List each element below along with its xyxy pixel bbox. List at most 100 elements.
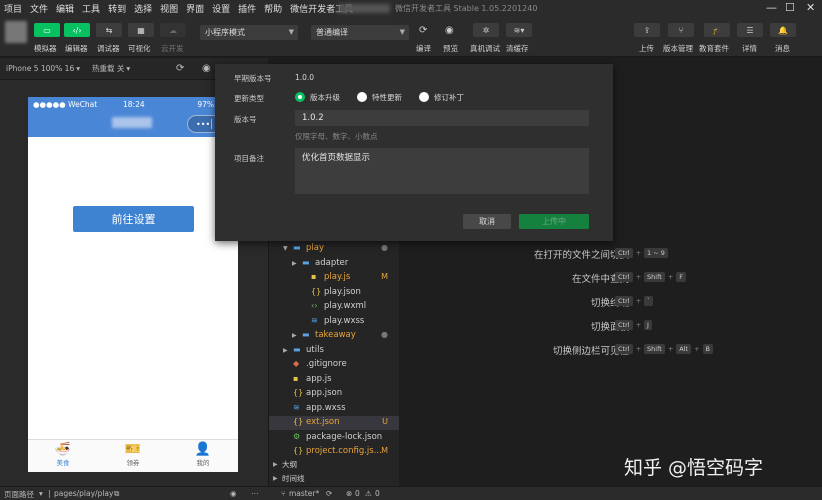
- file-tree-row[interactable]: {} app.json: [269, 387, 400, 401]
- maximize-icon[interactable]: ☐: [785, 1, 795, 14]
- cloud-button[interactable]: ☁: [160, 23, 186, 37]
- cancel-button[interactable]: 取消: [463, 214, 511, 229]
- chevron-down-icon: ▼: [288, 28, 294, 36]
- menu-item[interactable]: 文件: [26, 2, 52, 15]
- error-count[interactable]: 0: [355, 489, 360, 498]
- menu-item[interactable]: 转到: [104, 2, 130, 15]
- panel-outline[interactable]: ▶ 大纲: [269, 458, 400, 472]
- key-cap: B: [702, 344, 713, 354]
- file-name: play.json: [324, 286, 361, 297]
- json-file-icon: {}: [311, 286, 322, 296]
- key-cap: 1 ~ 9: [644, 248, 668, 258]
- file-tree-row[interactable]: {} project.config.js... M: [269, 445, 400, 459]
- compile-select[interactable]: 普通编译 ▼: [311, 25, 409, 40]
- more-icon[interactable]: ⋯: [251, 489, 259, 498]
- note-textarea[interactable]: 优化首页数据显示: [295, 148, 589, 194]
- messages-button[interactable]: 🔔: [770, 23, 796, 37]
- file-tree-row[interactable]: ‹› play.wxml: [269, 300, 400, 314]
- device-select[interactable]: iPhone 5 100% 16: [0, 64, 74, 73]
- git-branch[interactable]: master*: [289, 489, 319, 498]
- tab-coupon[interactable]: 🎫 领券: [98, 440, 168, 472]
- file-tree-row[interactable]: ▶ ▬ takeaway ●: [269, 329, 400, 343]
- radio-label: 版本升级: [310, 92, 340, 102]
- mode-select[interactable]: 小程序模式 ▼: [200, 25, 298, 40]
- radio-label: 修订补丁: [434, 92, 464, 102]
- chevron-right-icon[interactable]: ▶: [283, 347, 288, 354]
- file-name: play: [306, 243, 324, 253]
- file-tree: ▼ ▬ play ● ▶ ▬ adapter ▪ play.js M{} play.json ‹› pl…: [268, 240, 400, 486]
- panel-label: 大纲: [282, 460, 297, 469]
- menu-item[interactable]: 界面: [182, 2, 208, 15]
- debugger-label: 调试器: [97, 44, 120, 53]
- editor-button[interactable]: ‹/›: [64, 23, 90, 37]
- compile-select-value: 普通编译: [316, 28, 348, 37]
- file-tree-row[interactable]: ◆ .gitignore: [269, 358, 400, 372]
- simulator-button[interactable]: ▭: [34, 23, 60, 37]
- clear-cache-button[interactable]: ≋▾: [506, 23, 532, 37]
- menu-item[interactable]: 工具: [78, 2, 104, 15]
- folder-icon: ▬: [293, 344, 301, 354]
- preview-eye-icon[interactable]: ◉: [230, 489, 237, 498]
- chevron-right-icon[interactable]: ▶: [292, 260, 297, 267]
- radio-patch[interactable]: 修订补丁: [419, 91, 464, 103]
- clear-cache-label: 清缓存: [506, 44, 529, 53]
- remote-debug-label: 真机调试: [470, 44, 500, 53]
- radio-feature-update[interactable]: 特性更新: [357, 91, 402, 103]
- details-button[interactable]: ☰: [737, 23, 763, 37]
- chevron-right-icon: ▶: [273, 475, 278, 482]
- page-path-label[interactable]: 页面路径: [4, 489, 34, 500]
- tab-mine[interactable]: 👤 我的: [168, 440, 238, 472]
- compile-icon[interactable]: ⟳: [419, 25, 427, 36]
- file-tree-row[interactable]: ▼ ▬ play ●: [269, 242, 400, 256]
- copy-icon[interactable]: ⧉: [114, 489, 119, 499]
- avatar[interactable]: [5, 21, 27, 43]
- goto-settings-button[interactable]: 前往设置: [73, 206, 194, 232]
- key-cap: Ctrl: [615, 344, 633, 354]
- file-tree-row[interactable]: ≋ app.wxss: [269, 402, 400, 416]
- menu-item[interactable]: 选择: [130, 2, 156, 15]
- radio-selected: [295, 92, 305, 102]
- debugger-button[interactable]: ⇆: [96, 23, 122, 37]
- menu-item[interactable]: 视图: [156, 2, 182, 15]
- upload-submit-button[interactable]: 上传中: [519, 214, 589, 229]
- edu-button[interactable]: 🎓: [704, 23, 730, 37]
- menu-item[interactable]: 编辑: [52, 2, 78, 15]
- menu-item[interactable]: 帮助: [260, 2, 286, 15]
- stop-icon[interactable]: ◉: [196, 63, 211, 74]
- menu-item[interactable]: 项目: [0, 2, 26, 15]
- chevron-down-icon[interactable]: ▼: [283, 245, 288, 252]
- more-icon[interactable]: •••: [196, 120, 210, 129]
- hotreload-toggle[interactable]: 热重载 关: [80, 63, 124, 74]
- warning-count[interactable]: 0: [375, 489, 380, 498]
- reload-icon[interactable]: ⟳: [170, 63, 184, 74]
- upload-button[interactable]: ⇪: [634, 23, 660, 37]
- chevron-right-icon[interactable]: ▶: [292, 332, 297, 339]
- version-button[interactable]: ⑂: [668, 23, 694, 37]
- phone-tab-bar: 🍜 美食 🎫 领券 👤 我的: [28, 439, 238, 472]
- radio-version-upgrade[interactable]: 版本升级: [295, 91, 340, 103]
- file-tree-row[interactable]: ⚙ package-lock.json: [269, 431, 400, 445]
- watermark: 知乎 @悟空码字: [624, 457, 764, 479]
- menu-item[interactable]: 插件: [234, 2, 260, 15]
- carrier: ●●●●● WeChat: [33, 100, 98, 109]
- file-tree-row[interactable]: {} ext.json U: [269, 416, 400, 430]
- remote-debug-button[interactable]: ✲: [473, 23, 499, 37]
- version-input[interactable]: 1.0.2: [295, 110, 589, 126]
- close-icon[interactable]: ✕: [806, 1, 815, 14]
- visual-button[interactable]: ▦: [128, 23, 154, 37]
- file-name: adapter: [315, 257, 349, 268]
- minimize-icon[interactable]: —: [766, 1, 777, 14]
- file-tree-row[interactable]: ▶ ▬ utils: [269, 344, 400, 358]
- file-tree-row[interactable]: ▪ play.js M: [269, 271, 400, 285]
- file-tree-row[interactable]: ≋ play.wxss: [269, 315, 400, 329]
- preview-icon[interactable]: ◉: [445, 25, 454, 36]
- sync-icon[interactable]: ⟳: [326, 489, 332, 498]
- panel-timeline[interactable]: ▶ 时间线: [269, 472, 400, 486]
- tab-label: 美食: [56, 459, 70, 467]
- file-tree-row[interactable]: ▪ app.js: [269, 373, 400, 387]
- file-tree-row[interactable]: {} play.json: [269, 286, 400, 300]
- tab-food[interactable]: 🍜 美食: [28, 440, 98, 472]
- file-name: project.config.js...: [306, 446, 382, 456]
- menu-item[interactable]: 设置: [208, 2, 234, 15]
- file-tree-row[interactable]: ▶ ▬ adapter: [269, 257, 400, 271]
